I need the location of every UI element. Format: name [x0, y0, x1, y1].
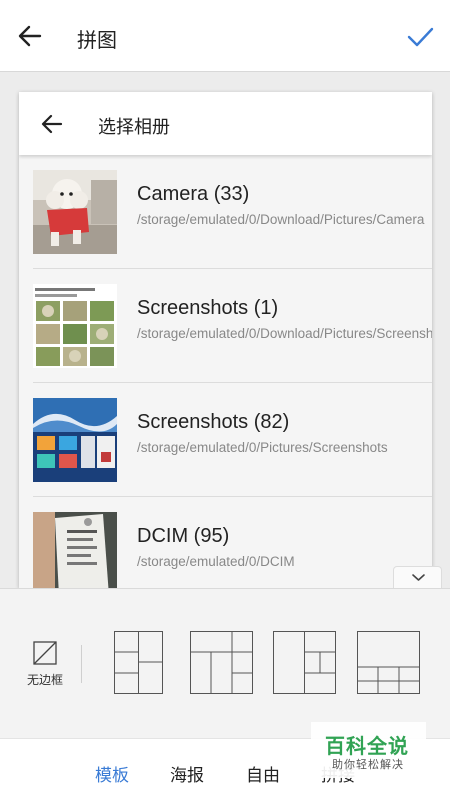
album-path: /storage/emulated/0/Download/Pictures/Sc…	[137, 326, 432, 341]
album-item-camera[interactable]: Camera (33) /storage/emulated/0/Download…	[19, 155, 432, 269]
layout-template-panel: 无边框	[0, 588, 450, 738]
collapse-panel-button[interactable]	[393, 566, 442, 588]
album-item-screenshots-1[interactable]: Screenshots (1) /storage/emulated/0/Down…	[19, 269, 432, 383]
album-thumbnail	[33, 512, 117, 588]
dialog-title: 选择相册	[98, 117, 170, 137]
album-item-dcim[interactable]: DCIM (95) /storage/emulated/0/DCIM	[19, 497, 432, 588]
back-arrow-icon[interactable]	[16, 22, 44, 50]
watermark-logo: 百科全说 助你轻松解决	[311, 722, 426, 778]
album-thumbnail	[33, 398, 117, 482]
back-arrow-icon[interactable]	[39, 111, 65, 137]
album-path: /storage/emulated/0/Download/Pictures/Ca…	[137, 212, 425, 227]
divider	[81, 645, 82, 683]
tab-poster[interactable]: 海报	[170, 761, 204, 786]
album-name: Screenshots (82)	[137, 411, 290, 433]
no-border-icon	[33, 641, 57, 665]
tab-template[interactable]: 模板	[95, 761, 129, 786]
album-picker-dialog: 选择相册 Camera (33) /storage/emulated/0/Dow…	[19, 92, 432, 588]
album-thumbnail	[33, 170, 117, 254]
album-path: /storage/emulated/0/Pictures/Screenshots	[137, 440, 388, 455]
no-border-option[interactable]: 无边框	[23, 641, 67, 688]
top-app-bar: 拼图	[0, 0, 450, 72]
layout-template-2[interactable]	[190, 631, 253, 694]
album-name: Screenshots (1)	[137, 297, 279, 319]
layout-template-1[interactable]	[114, 631, 163, 694]
layout-template-3[interactable]	[273, 631, 336, 694]
album-name: Camera (33)	[137, 183, 250, 205]
no-border-label: 无边框	[26, 673, 63, 687]
watermark-brand: 百科全说	[325, 736, 409, 758]
checkmark-icon[interactable]	[406, 24, 434, 50]
page-title: 拼图	[77, 30, 117, 52]
album-path: /storage/emulated/0/DCIM	[137, 554, 295, 569]
album-name: DCIM (95)	[137, 525, 230, 547]
album-item-screenshots-82[interactable]: Screenshots (82) /storage/emulated/0/Pic…	[19, 383, 432, 497]
layout-template-4[interactable]	[357, 631, 420, 694]
album-thumbnail	[33, 284, 117, 368]
dialog-header: 选择相册	[19, 92, 432, 155]
watermark-slogan: 助你轻松解决	[332, 759, 404, 771]
tab-free[interactable]: 自由	[246, 761, 280, 786]
chevron-down-icon	[412, 574, 425, 581]
